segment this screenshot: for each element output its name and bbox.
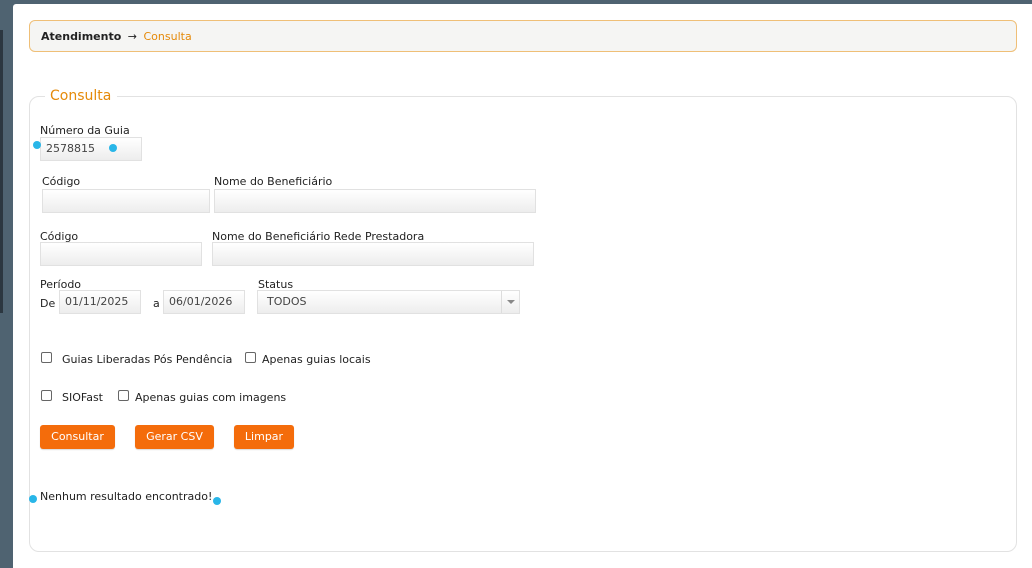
nome-beneficiario-label: Nome do Beneficiário (214, 175, 333, 188)
periodo-de-label: De (40, 297, 56, 310)
status-selected-value: TODOS (267, 295, 307, 308)
liberadas-checkbox[interactable] (41, 352, 52, 363)
nome-beneficiario-input[interactable] (214, 189, 536, 213)
nome-rede-input[interactable] (212, 242, 534, 266)
locais-checkbox[interactable] (245, 352, 256, 363)
gerar-csv-button[interactable]: Gerar CSV (135, 425, 214, 449)
siofast-checkbox[interactable] (41, 390, 52, 401)
marker-dot (213, 497, 221, 505)
periodo-a-label: a (153, 297, 160, 310)
breadcrumb-root[interactable]: Atendimento (41, 30, 121, 43)
consulta-legend: Consulta (45, 88, 118, 104)
locais-label: Apenas guias locais (262, 353, 371, 366)
codigo-beneficiario-label: Código (42, 175, 81, 188)
codigo-rede-input[interactable] (40, 242, 202, 266)
consulta-fieldset (29, 96, 1017, 552)
main-content: Atendimento → Consulta Consulta Número d… (13, 4, 1032, 568)
codigo-beneficiario-input[interactable] (42, 189, 210, 213)
imagens-checkbox[interactable] (118, 390, 129, 401)
breadcrumb-arrow-icon: → (127, 30, 137, 43)
imagens-label: Apenas guias com imagens (135, 391, 287, 404)
numero-guia-label: Número da Guia (40, 124, 130, 137)
periodo-a-input[interactable]: 06/01/2026 (163, 290, 245, 314)
siofast-label: SIOFast (62, 391, 103, 404)
breadcrumb-current: Consulta (143, 30, 192, 43)
chevron-down-icon[interactable] (501, 291, 519, 313)
result-message: Nenhum resultado encontrado! (40, 490, 213, 503)
marker-dot (29, 495, 37, 503)
side-panel-edge (0, 30, 3, 313)
limpar-button[interactable]: Limpar (234, 425, 294, 449)
marker-dot (109, 144, 117, 152)
status-select[interactable]: TODOS (257, 290, 520, 314)
consultar-button[interactable]: Consultar (40, 425, 115, 449)
periodo-de-input[interactable]: 01/11/2025 (59, 290, 141, 314)
marker-dot (33, 141, 41, 149)
numero-guia-input[interactable]: 2578815 (40, 137, 142, 161)
liberadas-label: Guias Liberadas Pós Pendência (62, 353, 233, 366)
breadcrumb: Atendimento → Consulta (29, 20, 1017, 52)
